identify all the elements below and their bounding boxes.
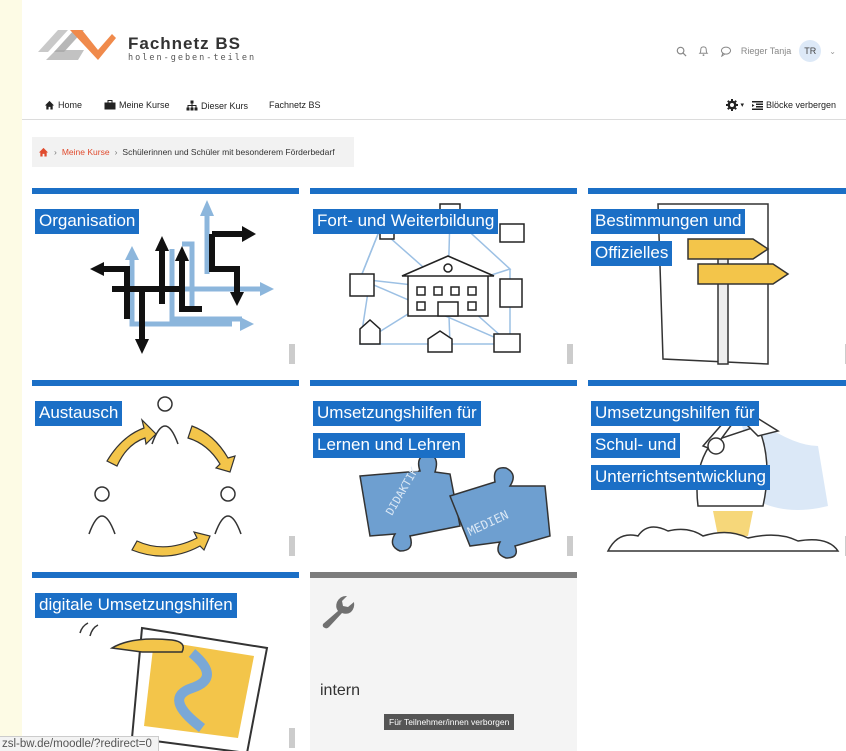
tile-bestimmungen-und-offizielles[interactable]: Bestimmungen und Offizielles: [588, 188, 846, 368]
tile-title-line-2: Schul- und: [591, 433, 681, 458]
tile-fort-und-weiterbildung[interactable]: Fort- und Weiterbildung: [310, 188, 577, 368]
nav-item-dieser-kurs[interactable]: Dieser Kurs: [186, 100, 248, 111]
user-menu-chevron-down-icon[interactable]: ⌄: [829, 47, 836, 56]
nav-item-home[interactable]: Home: [44, 100, 82, 110]
primary-nav: Home Meine Kurse Dieser Kurs Fachnetz BS…: [22, 96, 846, 120]
hide-blocks-button[interactable]: Blöcke verbergen: [751, 100, 836, 110]
page: Fachnetz BS holen-geben-teilen Rieger Ta…: [22, 0, 846, 751]
tile-title: digitale Umsetzungshilfen: [35, 593, 237, 618]
status-bar-url: zsl-bw.de/moodle/?redirect=0: [0, 736, 159, 751]
hide-blocks-label: Blöcke verbergen: [765, 100, 836, 110]
nav-item-label: Dieser Kurs: [201, 100, 249, 111]
nav-item-fachnetz-bs[interactable]: Fachnetz BS: [269, 100, 321, 110]
fachnetz-logo[interactable]: [36, 22, 116, 68]
tile-schul-und-unterrichtsentwicklung[interactable]: Umsetzungshilfen für Schul- und Unterric…: [588, 380, 846, 560]
header-tools: Rieger Tanja TR ⌄: [675, 40, 836, 62]
nav-item-meine-kurse[interactable]: Meine Kurse: [104, 100, 170, 110]
tile-intern[interactable]: intern Für Teilnehmer/innen verborgen: [310, 572, 577, 751]
breadcrumb: › Meine Kurse › Schülerinnen und Schüler…: [32, 137, 354, 167]
brand-tagline: holen-geben-teilen: [128, 53, 257, 63]
chat-icon[interactable]: [719, 44, 733, 58]
briefcase-icon: [104, 100, 116, 110]
gear-icon[interactable]: ▾: [726, 99, 744, 111]
search-icon[interactable]: [675, 44, 689, 58]
phzh-logo: [289, 728, 295, 748]
sitemap-icon: [186, 100, 198, 111]
wrench-icon: [322, 596, 355, 629]
header: Fachnetz BS holen-geben-teilen Rieger Ta…: [22, 0, 846, 85]
breadcrumb-separator: ›: [114, 147, 118, 157]
breadcrumb-link-meine-kurse[interactable]: Meine Kurse: [62, 147, 110, 157]
breadcrumb-current: Schülerinnen und Schüler mit besonderem …: [122, 147, 335, 157]
phzh-logo: [567, 536, 573, 556]
tile-organisation[interactable]: Organisation: [32, 188, 299, 368]
tile-title-line-1: Umsetzungshilfen für: [591, 401, 759, 426]
tile-title: Fort- und Weiterbildung: [313, 209, 499, 234]
phzh-logo: [567, 344, 573, 364]
brand-name: Fachnetz BS: [128, 34, 242, 53]
phzh-logo: [289, 344, 295, 364]
tile-title-line-2: Offizielles: [591, 241, 673, 266]
breadcrumb-home-icon[interactable]: [38, 147, 49, 157]
user-name[interactable]: Rieger Tanja: [741, 46, 791, 56]
tile-digitale-umsetzungshilfen[interactable]: digitale Umsetzungshilfen: [32, 572, 299, 751]
phzh-logo: [289, 536, 295, 556]
tile-title-line-2: Lernen und Lehren: [313, 433, 465, 458]
bell-icon[interactable]: [697, 44, 711, 58]
nav-item-label: Home: [58, 100, 83, 110]
hidden-from-participants-badge: Für Teilnehmer/innen verborgen: [384, 714, 515, 730]
nav-item-label: Meine Kurse: [119, 100, 170, 110]
tile-title: intern: [320, 682, 361, 699]
tile-lernen-und-lehren[interactable]: DIDAKTIK MEDIEN Umsetzungshilfen für Ler…: [310, 380, 577, 560]
tile-title-line-1: Bestimmungen und: [591, 209, 746, 234]
home-icon: [44, 100, 55, 110]
tile-title: Organisation: [35, 209, 140, 234]
breadcrumb-separator: ›: [54, 147, 57, 157]
brand[interactable]: Fachnetz BS holen-geben-teilen: [128, 34, 256, 63]
tile-title-line-1: Umsetzungshilfen für: [313, 401, 481, 426]
nav-right: ▾ Blöcke verbergen: [726, 99, 836, 111]
tile-austausch[interactable]: Austausch: [32, 380, 299, 560]
outdent-icon: [751, 100, 763, 110]
nav-item-label: Fachnetz BS: [269, 100, 321, 110]
tile-title-line-3: Unterrichtsentwicklung: [591, 465, 771, 490]
tile-title: Austausch: [35, 401, 123, 426]
avatar[interactable]: TR: [799, 40, 822, 62]
